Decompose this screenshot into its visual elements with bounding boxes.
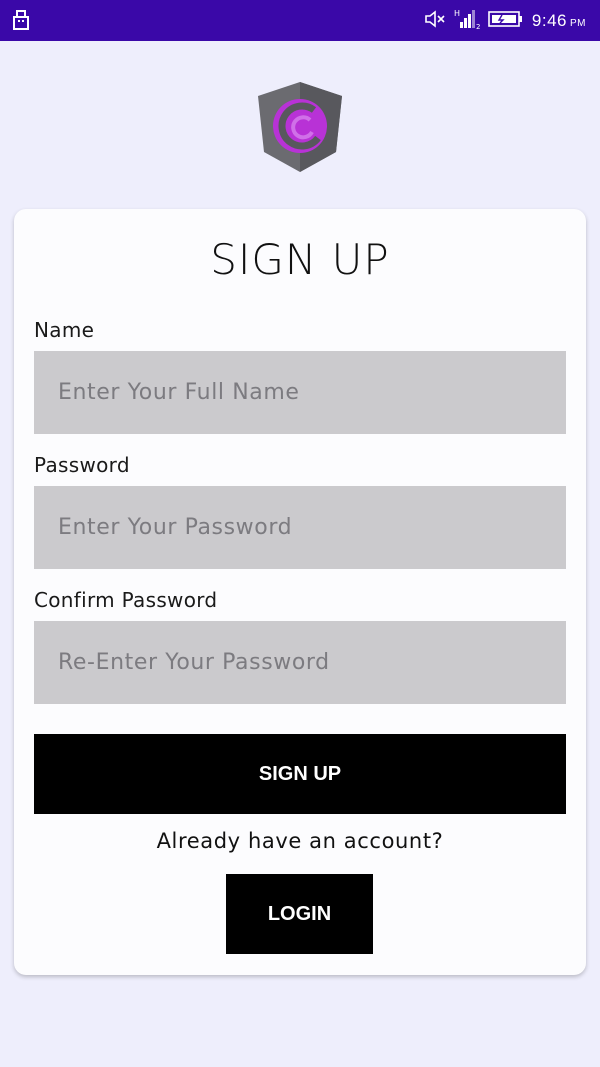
password-label: Password: [34, 453, 130, 477]
clock-ampm: PM: [570, 17, 586, 29]
name-input[interactable]: [34, 351, 566, 434]
page-title: SIGN UP: [210, 235, 390, 284]
confirm-password-label: Confirm Password: [34, 588, 218, 612]
signup-button[interactable]: SIGN UP: [34, 734, 566, 814]
password-input[interactable]: [34, 486, 566, 569]
signal-icon: H 2: [454, 8, 480, 34]
mute-icon: [424, 9, 446, 33]
have-account-text: Already have an account?: [156, 829, 444, 853]
status-bar: H 2 9:46 PM: [0, 0, 600, 41]
clock-time: 9:46: [531, 10, 567, 30]
login-button[interactable]: LOGIN: [226, 874, 373, 954]
clock: 9:46 PM: [532, 11, 586, 31]
usb-icon: [12, 9, 30, 35]
app-logo: [256, 80, 344, 174]
status-icons: H 2 9:46 PM: [424, 0, 586, 41]
name-label: Name: [34, 318, 95, 342]
battery-icon: [488, 10, 524, 32]
svg-text:H: H: [454, 9, 460, 18]
confirm-password-input[interactable]: [34, 621, 566, 704]
svg-text:2: 2: [476, 23, 480, 30]
signup-card: SIGN UP Name Password Confirm Password S…: [14, 209, 586, 975]
